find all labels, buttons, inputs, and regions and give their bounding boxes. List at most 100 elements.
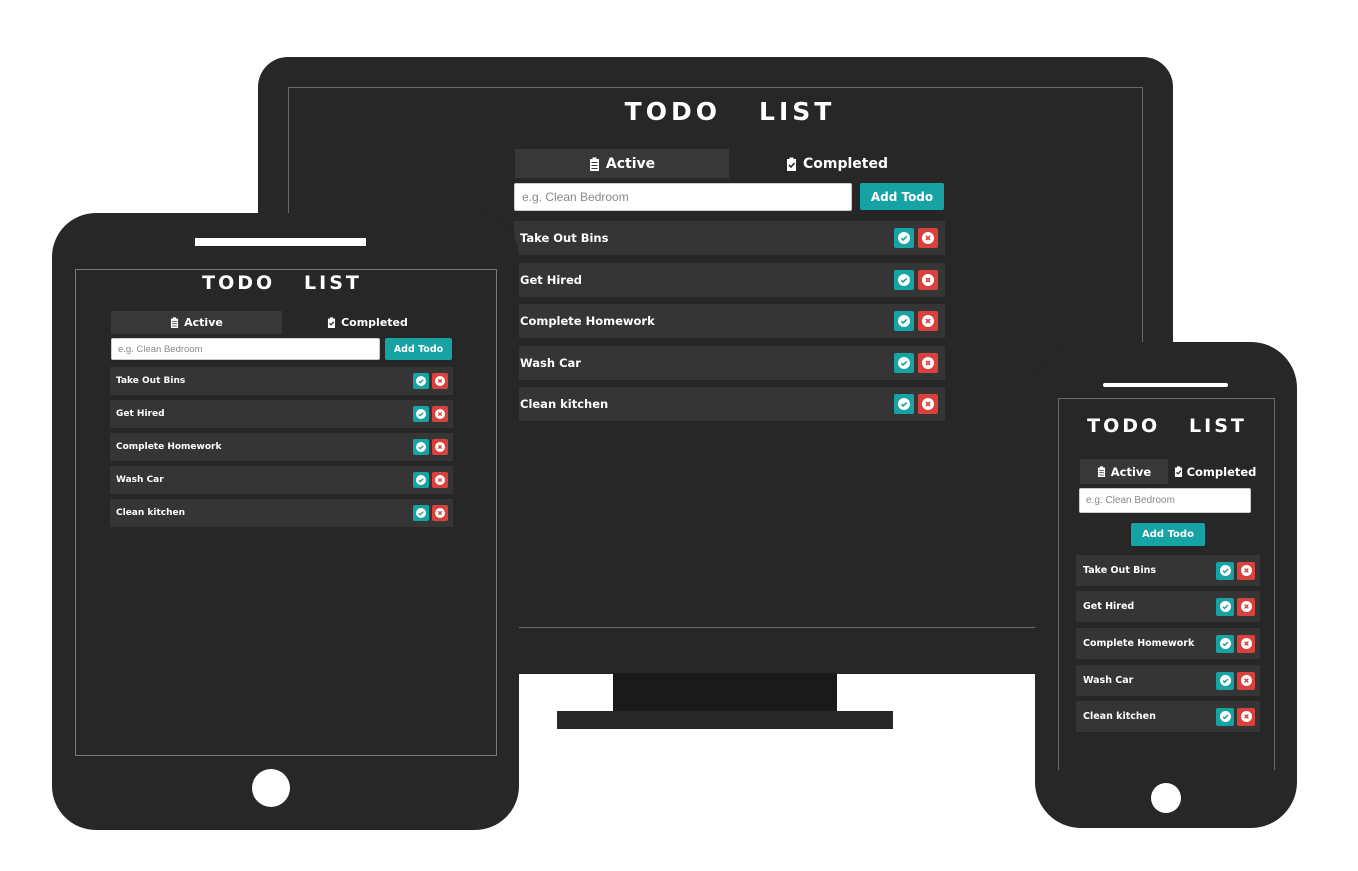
complete-button[interactable] <box>413 472 429 488</box>
list-item: Get Hired <box>110 400 453 428</box>
todo-input[interactable] <box>514 183 852 211</box>
tab-completed[interactable]: Completed <box>729 149 945 178</box>
todo-text: Complete Homework <box>520 314 655 328</box>
complete-button[interactable] <box>413 439 429 455</box>
add-todo-button[interactable]: Add Todo <box>1131 523 1205 546</box>
list-item: Take Out Bins <box>514 221 945 255</box>
delete-button[interactable] <box>1237 707 1255 726</box>
list-item: Take Out Bins <box>110 367 453 395</box>
times-circle-icon <box>922 315 934 327</box>
todo-text: Take Out Bins <box>116 376 186 386</box>
todo-list: Take Out Bins Get Hired Complete Homewor… <box>514 221 945 421</box>
times-circle-icon <box>435 376 445 386</box>
complete-button[interactable] <box>413 373 429 389</box>
todo-actions <box>413 505 448 521</box>
todo-input[interactable] <box>111 338 380 360</box>
tab-completed[interactable]: Completed <box>282 311 453 334</box>
todo-actions <box>894 270 938 290</box>
tablet-home-button <box>252 769 290 807</box>
clipboard-icon <box>589 157 599 171</box>
phone-home-button <box>1151 783 1181 813</box>
todo-input[interactable] <box>1079 488 1251 513</box>
complete-button[interactable] <box>894 270 914 290</box>
list-item: Wash Car <box>110 466 453 494</box>
times-circle-icon <box>1240 711 1252 722</box>
delete-button[interactable] <box>432 439 448 455</box>
check-circle-icon <box>1219 638 1231 649</box>
times-circle-icon <box>435 409 445 419</box>
tab-active-label: Active <box>1110 464 1152 479</box>
check-circle-icon <box>416 442 426 452</box>
check-circle-icon <box>898 357 910 369</box>
add-todo-button[interactable]: Add Todo <box>385 338 452 360</box>
tab-active[interactable]: Active <box>111 311 282 334</box>
tab-active[interactable]: Active <box>515 149 729 178</box>
complete-button[interactable] <box>1216 561 1234 580</box>
tab-completed-label: Completed <box>802 155 888 172</box>
delete-button[interactable] <box>432 472 448 488</box>
complete-button[interactable] <box>894 394 914 414</box>
check-circle-icon <box>898 232 910 244</box>
delete-button[interactable] <box>1237 671 1255 690</box>
todo-actions <box>1216 597 1255 616</box>
delete-button[interactable] <box>1237 561 1255 580</box>
clipboard-icon <box>171 317 179 328</box>
clipboard-check-icon <box>328 317 336 328</box>
delete-button[interactable] <box>1237 597 1255 616</box>
clipboard-check-icon <box>1174 466 1182 477</box>
times-circle-icon <box>1240 638 1252 649</box>
todo-list: Take Out Bins Get Hired Complete Homewor… <box>1076 555 1260 733</box>
list-item: Get Hired <box>1076 591 1260 622</box>
add-todo-button[interactable]: Add Todo <box>860 183 944 210</box>
list-item: Complete Homework <box>110 433 453 461</box>
todo-actions <box>413 472 448 488</box>
todo-actions <box>1216 634 1255 653</box>
complete-button[interactable] <box>1216 671 1234 690</box>
todo-text: Wash Car <box>520 356 581 370</box>
page-title: TODO LIST <box>202 272 362 294</box>
complete-button[interactable] <box>413 406 429 422</box>
complete-button[interactable] <box>413 505 429 521</box>
times-circle-icon <box>922 357 934 369</box>
todo-text: Complete Homework <box>116 442 222 452</box>
page-title: TODO LIST <box>624 97 836 126</box>
times-circle-icon <box>1240 675 1252 686</box>
times-circle-icon <box>922 274 934 286</box>
todo-text: Get Hired <box>520 273 583 287</box>
tab-completed[interactable]: Completed <box>1168 459 1262 484</box>
delete-button[interactable] <box>1237 634 1255 653</box>
complete-button[interactable] <box>894 311 914 331</box>
delete-button[interactable] <box>918 311 938 331</box>
check-circle-icon <box>416 508 426 518</box>
delete-button[interactable] <box>918 353 938 373</box>
list-item: Wash Car <box>1076 665 1260 696</box>
complete-button[interactable] <box>894 353 914 373</box>
tab-active[interactable]: Active <box>1080 459 1168 484</box>
tab-active-label: Active <box>605 155 656 172</box>
delete-button[interactable] <box>432 406 448 422</box>
complete-button[interactable] <box>1216 707 1234 726</box>
delete-button[interactable] <box>432 373 448 389</box>
todo-text: Take Out Bins <box>1083 565 1157 576</box>
todo-text: Clean kitchen <box>116 508 186 518</box>
delete-button[interactable] <box>918 228 938 248</box>
complete-button[interactable] <box>894 228 914 248</box>
delete-button[interactable] <box>918 394 938 414</box>
list-item: Take Out Bins <box>1076 555 1260 586</box>
todo-text: Get Hired <box>1083 601 1135 612</box>
complete-button[interactable] <box>1216 597 1234 616</box>
tablet-speaker <box>195 238 366 246</box>
todo-actions <box>413 373 448 389</box>
check-circle-icon <box>898 398 910 410</box>
times-circle-icon <box>435 508 445 518</box>
delete-button[interactable] <box>918 270 938 290</box>
todo-list: Take Out Bins Get Hired Complete Homewor… <box>110 367 453 527</box>
todo-text: Get Hired <box>116 409 165 419</box>
check-circle-icon <box>416 409 426 419</box>
list-item: Wash Car <box>514 346 945 380</box>
delete-button[interactable] <box>432 505 448 521</box>
complete-button[interactable] <box>1216 634 1234 653</box>
todo-actions <box>894 311 938 331</box>
todo-actions <box>413 406 448 422</box>
check-circle-icon <box>1219 675 1231 686</box>
